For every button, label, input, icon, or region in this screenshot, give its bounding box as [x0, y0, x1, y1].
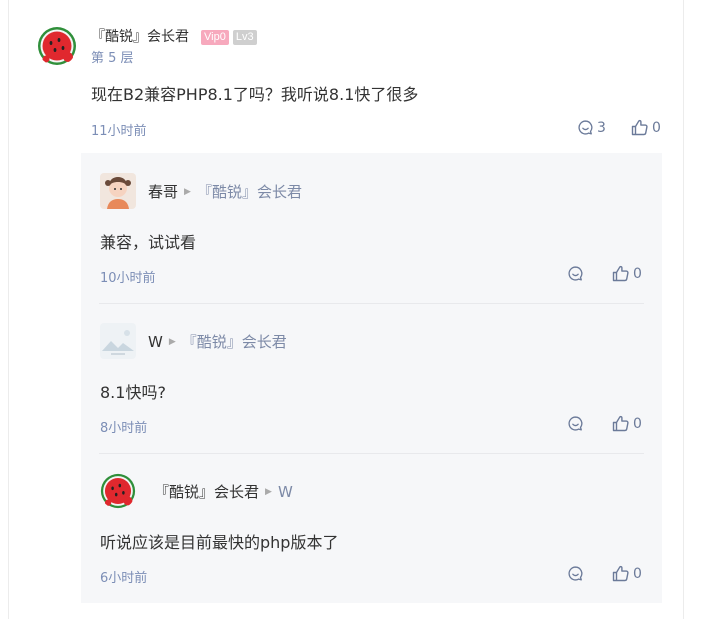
avatar-girl-icon[interactable] — [100, 173, 136, 209]
main-author-line: 『酷锐』会长君 Vip0 Lv3 — [91, 26, 257, 46]
reply-text: 兼容，试试看 — [100, 233, 197, 252]
reply-time: 6小时前 — [100, 571, 148, 586]
avatar-placeholder-icon[interactable] — [100, 323, 136, 359]
main-author-name[interactable]: 『酷锐』会长君 — [91, 29, 189, 45]
like-button[interactable]: 0 — [612, 565, 642, 582]
reply-header: 春哥 ▶ 『酷锐』会长君 — [148, 181, 302, 202]
avatar-watermelon-icon[interactable] — [100, 473, 136, 509]
like-button[interactable]: 0 — [612, 265, 642, 282]
reply-author[interactable]: 『酷锐』会长君 — [154, 481, 259, 502]
reply-target[interactable]: 『酷锐』会长君 — [197, 181, 302, 202]
main-like-button[interactable]: 0 — [631, 119, 661, 136]
main-reply-button[interactable]: 3 — [577, 119, 606, 136]
level-badge: Lv3 — [232, 30, 257, 45]
reply-count: 3 — [597, 119, 606, 136]
reply-time: 10小时前 — [100, 271, 156, 286]
like-count: 0 — [652, 119, 661, 136]
like-count: 0 — [633, 565, 642, 582]
floor-label: 第 5 层 — [91, 51, 134, 66]
comment-bubble-icon — [568, 566, 583, 581]
thumbs-up-icon — [612, 415, 629, 432]
thumbs-up-icon — [612, 565, 629, 582]
vip-badge: Vip0 — [201, 30, 229, 45]
main-comment-time: 11小时前 — [91, 124, 147, 139]
avatar-watermelon-icon[interactable] — [37, 26, 77, 66]
comment-card: 『酷锐』会长君 Vip0 Lv3 第 5 层 现在B2兼容PHP8.1了吗？我听说8… — [8, 0, 684, 619]
comment-bubble-icon — [568, 416, 583, 431]
like-button[interactable]: 0 — [612, 415, 642, 432]
reply-button[interactable] — [567, 265, 584, 282]
caret-right-icon: ▶ — [168, 336, 176, 347]
reply-target[interactable]: W — [278, 483, 293, 501]
thumbs-up-icon — [631, 119, 648, 136]
main-comment-text: 现在B2兼容PHP8.1了吗？我听说8.1快了很多 — [91, 85, 419, 104]
reply-divider — [99, 303, 644, 304]
reply-button[interactable] — [567, 565, 584, 582]
comment-bubble-icon — [568, 266, 583, 281]
like-count: 0 — [633, 415, 642, 432]
comment-bubble-icon — [578, 120, 593, 135]
reply-button[interactable] — [567, 415, 584, 432]
caret-right-icon: ▶ — [265, 486, 272, 497]
reply-author[interactable]: 春哥 — [148, 181, 178, 202]
reply-author[interactable]: W — [148, 333, 163, 351]
reply-text: 8.1快吗? — [100, 383, 166, 402]
reply-header: W ▶ 『酷锐』会长君 — [148, 331, 287, 352]
caret-right-icon: ▶ — [184, 186, 191, 197]
thumbs-up-icon — [612, 265, 629, 282]
reply-header: 『酷锐』会长君 ▶ W — [154, 481, 293, 502]
replies-panel: 春哥 ▶ 『酷锐』会长君 兼容，试试看 10小时前 0 W ▶ 『酷锐』会长君 … — [81, 153, 662, 603]
reply-item: 春哥 ▶ 『酷锐』会长君 兼容，试试看 10小时前 0 — [81, 153, 662, 303]
reply-target[interactable]: 『酷锐』会长君 — [182, 331, 287, 352]
reply-item: W ▶ 『酷锐』会长君 8.1快吗? 8小时前 0 — [81, 303, 662, 453]
reply-text: 听说应该是目前最快的php版本了 — [100, 533, 339, 552]
reply-item: 『酷锐』会长君 ▶ W 听说应该是目前最快的php版本了 6小时前 0 — [81, 453, 662, 603]
like-count: 0 — [633, 265, 642, 282]
reply-time: 8小时前 — [100, 421, 148, 436]
reply-divider — [99, 453, 644, 454]
